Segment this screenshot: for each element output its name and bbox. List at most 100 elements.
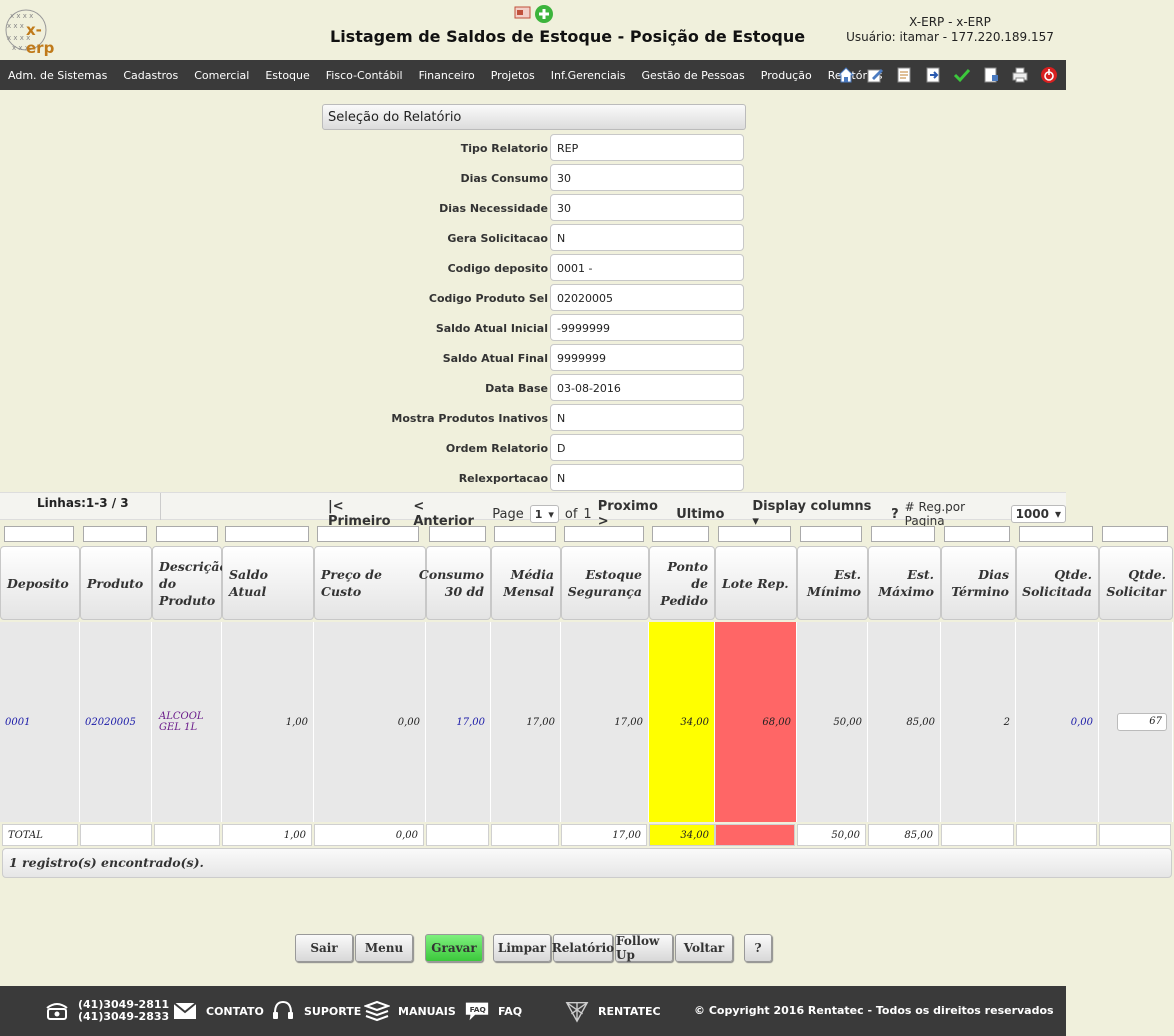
follow-up-button[interactable]: Follow Up (615, 934, 673, 962)
col-header-ponto-pedido[interactable]: Ponto de Pedido (649, 546, 715, 620)
logo[interactable]: x x x x x x x x x x x x x x x-erp (4, 6, 62, 57)
menu-button[interactable]: Menu (355, 934, 413, 962)
saldo-final-input[interactable]: 9999999 (550, 344, 744, 371)
filter-produto-input[interactable] (83, 526, 147, 542)
filter-qtde-solicitar-input[interactable] (1102, 526, 1168, 542)
footer-faq[interactable]: FAQ FAQ (464, 998, 522, 1024)
records-found: 1 registro(s) encontrado(s). (2, 848, 1172, 878)
col-header-consumo[interactable]: Consumo 30 dd (419, 546, 491, 620)
col-header-lote-rep[interactable]: Lote Rep. (715, 546, 797, 620)
logo-text: x-erp (26, 21, 55, 57)
cell-deposito[interactable]: 0001 (0, 622, 80, 822)
menu-fisco-contabil[interactable]: Fisco-Contábil (318, 69, 411, 82)
col-header-descricao[interactable]: Descrição do Produto (152, 546, 228, 620)
manuais-link[interactable]: MANUAIS (398, 1005, 456, 1018)
field-label: Gera Solicitacao (447, 232, 548, 245)
reg-per-page-select[interactable]: 1000 ▾ (1010, 505, 1066, 523)
power-icon[interactable] (1038, 64, 1060, 86)
col-header-produto[interactable]: Produto (80, 546, 152, 620)
filter-dias-termino-input[interactable] (944, 526, 1010, 542)
cell-consumo[interactable]: 17,00 (426, 622, 491, 822)
cell-qtde-solicitar: 67 (1099, 622, 1173, 822)
gera-solicitacao-input[interactable]: N (550, 224, 744, 251)
limpar-button[interactable]: Limpar (493, 934, 551, 962)
menu-comercial[interactable]: Comercial (186, 69, 257, 82)
menu-financeiro[interactable]: Financeiro (411, 69, 483, 82)
sair-button[interactable]: Sair (295, 934, 353, 962)
add-icon[interactable] (534, 4, 554, 24)
dias-consumo-input[interactable]: 30 (550, 164, 744, 191)
dias-necessidade-input[interactable]: 30 (550, 194, 744, 221)
col-header-deposito[interactable]: Deposito (0, 546, 80, 620)
faq-link[interactable]: FAQ (498, 1005, 522, 1018)
filter-lote-input[interactable] (718, 526, 791, 542)
footer-suporte[interactable]: SUPORTE (270, 998, 361, 1024)
menu-adm-sistemas[interactable]: Adm. de Sistemas (0, 69, 115, 82)
cell-produto[interactable]: 02020005 (80, 622, 152, 822)
filter-estoque-seg-input[interactable] (564, 526, 644, 542)
chevron-down-icon: ▾ (1054, 507, 1061, 521)
col-header-estoque-seguranca[interactable]: Estoque Segurança (561, 546, 649, 620)
rentatec-link[interactable]: RENTATEC (598, 1005, 661, 1018)
contato-link[interactable]: CONTATO (206, 1005, 264, 1018)
menu-projetos[interactable]: Projetos (483, 69, 543, 82)
qtde-solicitar-input[interactable]: 67 (1117, 713, 1167, 731)
copy-icon[interactable] (980, 64, 1002, 86)
suporte-link[interactable]: SUPORTE (304, 1005, 361, 1018)
col-header-saldo-atual[interactable]: Saldo Atual (222, 546, 314, 620)
check-icon[interactable] (951, 64, 973, 86)
report-icon[interactable] (514, 4, 532, 20)
help-button[interactable]: ? (744, 934, 772, 962)
filter-qtde-solicitada-input[interactable] (1019, 526, 1093, 542)
menu-producao[interactable]: Produção (753, 69, 820, 82)
col-header-media-mensal[interactable]: Média Mensal (491, 546, 561, 620)
codigo-produto-input[interactable]: 02020005 (550, 284, 744, 311)
filter-media-input[interactable] (494, 526, 556, 542)
codigo-deposito-input[interactable]: 0001 - (550, 254, 744, 281)
field-label: Tipo Relatorio (460, 142, 548, 155)
help-link[interactable]: ? (891, 507, 899, 522)
menu-inf-gerenciais[interactable]: Inf.Gerenciais (543, 69, 634, 82)
gravar-button[interactable]: Gravar (425, 934, 483, 962)
filter-ponto-pedido-input[interactable] (652, 526, 709, 542)
filter-descricao-input[interactable] (156, 526, 218, 542)
field-relexportacao: Relexportacao N (320, 464, 746, 492)
filter-preco-input[interactable] (317, 526, 419, 542)
col-header-est-maximo[interactable]: Est. Máximo (868, 546, 941, 620)
home-icon[interactable] (835, 64, 857, 86)
ordem-relatorio-input[interactable]: D (550, 434, 744, 461)
mostra-inativos-input[interactable]: N (550, 404, 744, 431)
menu-gestao-pessoas[interactable]: Gestão de Pessoas (634, 69, 753, 82)
page-select[interactable]: 1 ▾ (529, 505, 559, 523)
voltar-button[interactable]: Voltar (675, 934, 733, 962)
footer-rentatec[interactable]: RENTATEC (564, 998, 661, 1024)
filter-saldo-input[interactable] (225, 526, 309, 542)
tipo-relatorio-input[interactable]: REP (550, 134, 744, 161)
relatorio-button[interactable]: Relatório (552, 934, 614, 962)
footer-contato[interactable]: CONTATO (172, 998, 264, 1024)
export-icon[interactable] (922, 64, 944, 86)
edit-icon[interactable] (864, 64, 886, 86)
cell-est-minimo: 50,00 (797, 622, 868, 822)
last-page-link[interactable]: Ultimo (676, 507, 724, 522)
saldo-inicial-input[interactable]: -9999999 (550, 314, 744, 341)
filter-est-max-input[interactable] (871, 526, 935, 542)
footer-manuais[interactable]: MANUAIS (364, 998, 456, 1024)
col-header-qtde-solicitada[interactable]: Qtde. Solicitada (1016, 546, 1099, 620)
print-icon[interactable] (1009, 64, 1031, 86)
document-icon[interactable] (893, 64, 915, 86)
data-base-input[interactable]: 03-08-2016 (550, 374, 744, 401)
col-header-preco-custo[interactable]: Preço de Custo (314, 546, 426, 620)
filter-consumo-input[interactable] (429, 526, 486, 542)
col-header-est-minimo[interactable]: Est. Mínimo (797, 546, 868, 620)
relexportacao-input[interactable]: N (550, 464, 744, 491)
menu-estoque[interactable]: Estoque (257, 69, 317, 82)
col-header-dias-termino[interactable]: Dias Término (941, 546, 1016, 620)
total-preco-custo: 0,00 (314, 824, 424, 846)
col-header-qtde-solicitar[interactable]: Qtde. Solicitar (1099, 546, 1173, 620)
menu-cadastros[interactable]: Cadastros (115, 69, 186, 82)
filter-est-min-input[interactable] (800, 526, 862, 542)
headset-icon (270, 998, 296, 1024)
cell-qtde-solicitada[interactable]: 0,00 (1016, 622, 1099, 822)
filter-deposito-input[interactable] (4, 526, 74, 542)
